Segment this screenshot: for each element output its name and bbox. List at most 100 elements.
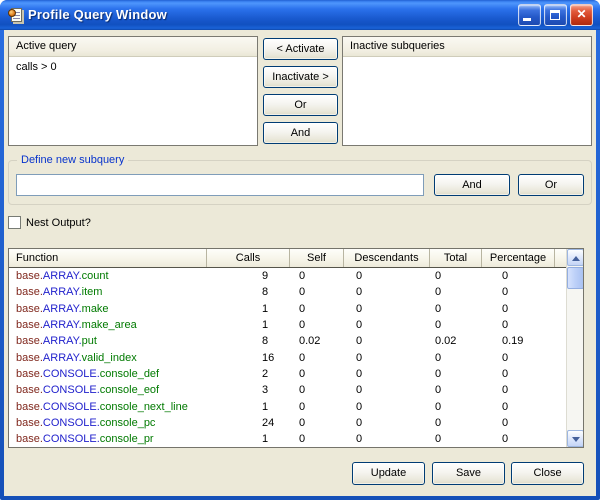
table-body: base.ARRAY.count90000base.ARRAY.item8000…	[9, 268, 566, 447]
column-header-function[interactable]: Function	[9, 249, 206, 267]
percentage-value: 0	[490, 268, 566, 284]
table-row[interactable]: base.CONSOLE.console_def20000	[9, 366, 566, 382]
inactivate-button[interactable]: Inactivate >	[263, 66, 338, 88]
percentage-value: 0	[490, 350, 566, 366]
column-header-filler	[554, 249, 566, 267]
active-query-list[interactable]: calls > 0	[9, 57, 257, 73]
column-header-percentage[interactable]: Percentage	[481, 249, 554, 267]
calls-value: 9	[234, 268, 294, 284]
column-header-total[interactable]: Total	[429, 249, 481, 267]
table-row[interactable]: base.ARRAY.make_area10000	[9, 317, 566, 333]
function-cluster-segment: base.	[16, 368, 43, 380]
function-class-segment: ARRAY.	[43, 303, 82, 315]
function-feature-segment: put	[82, 335, 97, 347]
active-query-item[interactable]: calls > 0	[9, 57, 257, 73]
scroll-up-button[interactable]	[567, 249, 584, 266]
nest-output-row: Nest Output?	[8, 215, 91, 230]
self-value: 0	[291, 350, 348, 366]
calls-value: 1	[234, 301, 294, 317]
vertical-scrollbar[interactable]	[566, 249, 583, 447]
function-cluster-segment: base.	[16, 352, 43, 364]
self-value: 0	[291, 399, 348, 415]
table-row[interactable]: base.CONSOLE.console_next_line10000	[9, 399, 566, 415]
self-value: 0	[291, 301, 348, 317]
function-cluster-segment: base.	[16, 303, 43, 315]
dialog-client-area: Active query calls > 0 < Activate Inacti…	[4, 30, 596, 496]
profile-query-window: Profile Query Window ✕ Active query call…	[0, 0, 600, 500]
total-value: 0	[431, 350, 490, 366]
descendants-value: 0	[348, 333, 431, 349]
function-name: base.ARRAY.make	[9, 301, 234, 317]
calls-value: 8	[234, 333, 294, 349]
function-feature-segment: count	[82, 270, 109, 282]
scroll-down-icon	[572, 437, 580, 442]
function-cluster-segment: base.	[16, 433, 43, 445]
total-value: 0	[431, 301, 490, 317]
total-value: 0	[431, 382, 490, 398]
active-query-panel: Active query calls > 0	[8, 36, 258, 146]
maximize-button[interactable]	[544, 4, 567, 26]
minimize-icon	[523, 18, 531, 21]
table-header-row: Function Calls Self Descendants Total Pe…	[9, 249, 566, 268]
update-button[interactable]: Update	[352, 462, 425, 485]
function-cluster-segment: base.	[16, 335, 43, 347]
function-cluster-segment: base.	[16, 270, 43, 282]
table-row[interactable]: base.CONSOLE.console_pr10000	[9, 431, 566, 447]
function-cluster-segment: base.	[16, 401, 43, 413]
table-row[interactable]: base.ARRAY.make10000	[9, 301, 566, 317]
scroll-down-button[interactable]	[567, 430, 584, 447]
subquery-and-button[interactable]: And	[434, 174, 510, 196]
table-row[interactable]: base.CONSOLE.console_eof30000	[9, 382, 566, 398]
define-subquery-label: Define new subquery	[17, 154, 128, 166]
active-query-header: Active query	[9, 37, 257, 57]
function-feature-segment: item	[82, 286, 103, 298]
percentage-value: 0	[490, 431, 566, 447]
function-feature-segment: valid_index	[82, 352, 137, 364]
function-class-segment: ARRAY.	[43, 335, 82, 347]
profile-results-table: Function Calls Self Descendants Total Pe…	[8, 248, 584, 448]
save-button[interactable]: Save	[432, 462, 505, 485]
column-header-self[interactable]: Self	[289, 249, 343, 267]
descendants-value: 0	[348, 366, 431, 382]
column-header-calls[interactable]: Calls	[206, 249, 289, 267]
and-combine-button[interactable]: And	[263, 122, 338, 144]
total-value: 0	[431, 317, 490, 333]
descendants-value: 0	[348, 301, 431, 317]
percentage-value: 0	[490, 366, 566, 382]
or-combine-button[interactable]: Or	[263, 94, 338, 116]
window-title: Profile Query Window	[28, 0, 167, 29]
subquery-input[interactable]	[16, 174, 424, 196]
descendants-value: 0	[348, 415, 431, 431]
function-class-segment: ARRAY.	[43, 286, 82, 298]
table-row[interactable]: base.ARRAY.item80000	[9, 284, 566, 300]
close-dialog-button[interactable]: Close	[511, 462, 584, 485]
activate-button[interactable]: < Activate	[263, 38, 338, 60]
calls-value: 1	[234, 317, 294, 333]
minimize-button[interactable]	[518, 4, 541, 26]
table-row[interactable]: base.ARRAY.put80.0200.020.19	[9, 333, 566, 349]
maximize-icon	[550, 10, 560, 20]
percentage-value: 0	[490, 382, 566, 398]
calls-value: 2	[234, 366, 294, 382]
table-row[interactable]: base.ARRAY.valid_index160000	[9, 350, 566, 366]
app-icon	[8, 7, 24, 23]
column-header-descendants[interactable]: Descendants	[343, 249, 429, 267]
nest-output-checkbox[interactable]	[8, 216, 21, 229]
subquery-or-button[interactable]: Or	[518, 174, 584, 196]
close-button[interactable]: ✕	[570, 4, 593, 26]
total-value: 0	[431, 284, 490, 300]
function-class-segment: ARRAY.	[43, 270, 82, 282]
percentage-value: 0	[490, 399, 566, 415]
calls-value: 1	[234, 399, 294, 415]
titlebar[interactable]: Profile Query Window ✕	[0, 0, 600, 30]
calls-value: 3	[234, 382, 294, 398]
inactive-subqueries-header: Inactive subqueries	[343, 37, 591, 57]
function-name: base.CONSOLE.console_next_line	[9, 399, 234, 415]
function-feature-segment: console_next_line	[100, 401, 188, 413]
close-icon: ✕	[571, 7, 592, 21]
descendants-value: 0	[348, 431, 431, 447]
table-row[interactable]: base.CONSOLE.console_pc240000	[9, 415, 566, 431]
total-value: 0	[431, 415, 490, 431]
table-row[interactable]: base.ARRAY.count90000	[9, 268, 566, 284]
scrollbar-thumb[interactable]	[567, 267, 584, 289]
